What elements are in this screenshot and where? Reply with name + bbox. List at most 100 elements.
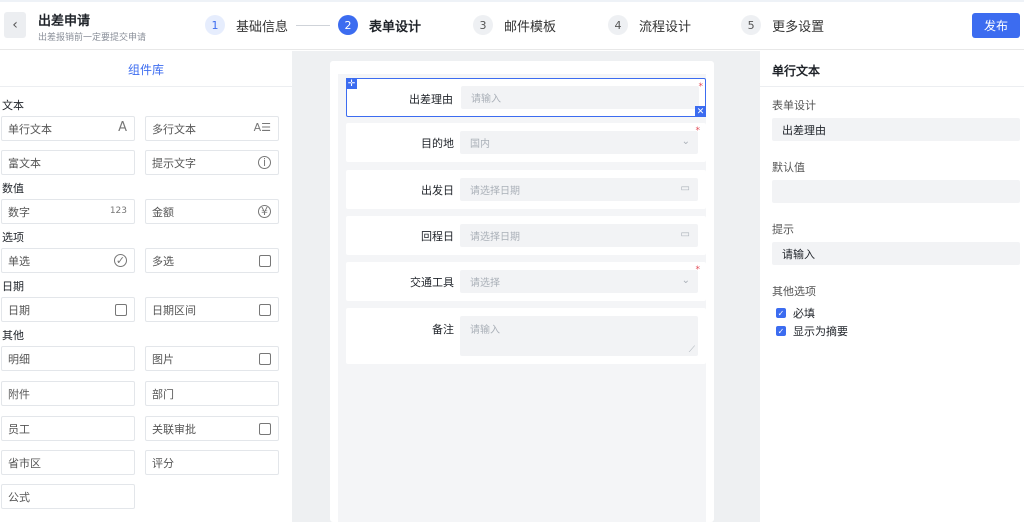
textarea-placeholder: 请输入 — [470, 325, 500, 336]
form-field-remark[interactable]: 备注 请输入 ⟋ — [346, 308, 706, 364]
calendar-icon: ▭ — [680, 183, 690, 194]
form-canvas-area: ✛ 出差理由 请输入 * ✕ 目的地 国内 ⌄ * 出发日 请选择日期 ▭ 回程… — [292, 51, 760, 522]
component-label: 明细 — [8, 352, 30, 366]
step-number: 1 — [205, 15, 225, 35]
reason-input[interactable]: 请输入 — [461, 86, 699, 109]
required-mark: * — [698, 82, 704, 92]
check-circle-icon: ✓ — [114, 254, 127, 267]
component-label: 多行文本 — [152, 122, 196, 136]
field-label: 交通工具 — [410, 276, 454, 289]
back-button[interactable]: ‹ — [4, 12, 26, 38]
resize-handle-icon[interactable]: ⟋ — [689, 345, 695, 355]
group-label-date: 日期 — [2, 280, 24, 293]
select-placeholder: 请选择 — [470, 278, 500, 289]
component-multi-text[interactable]: 多行文本 A☰ — [145, 116, 279, 141]
required-mark: * — [695, 265, 701, 275]
form-field-depart-date[interactable]: 出发日 请选择日期 ▭ — [346, 170, 706, 209]
field-label: 备注 — [432, 323, 454, 336]
step-number: 3 — [473, 15, 494, 35]
step-label: 流程设计 — [639, 19, 692, 35]
depart-date-picker[interactable]: 请选择日期 ▭ — [460, 178, 698, 201]
return-date-picker[interactable]: 请选择日期 ▭ — [460, 224, 698, 247]
hint-input[interactable]: 请输入 — [772, 242, 1020, 265]
component-hint-text[interactable]: 提示文字 i — [145, 150, 279, 175]
component-attachment[interactable]: 附件 — [1, 381, 135, 406]
component-amount[interactable]: 金额 ¥ — [145, 199, 279, 224]
component-label: 图片 — [152, 352, 174, 366]
calendar-range-icon — [259, 304, 271, 316]
component-library: 组件库 文本 单行文本 A 多行文本 A☰ 富文本 提示文字 i 数值 数字 1… — [0, 51, 292, 522]
component-detail[interactable]: 明细 — [1, 346, 135, 371]
checkbox-checked-icon: ✓ — [776, 326, 786, 336]
default-value-label: 默认值 — [772, 161, 805, 174]
select-placeholder: 国内 — [470, 139, 490, 150]
publish-button[interactable]: 发布 — [972, 13, 1020, 38]
required-checkbox[interactable]: ✓ 必填 — [776, 305, 815, 321]
field-label: 出差理由 — [409, 93, 453, 106]
form-field-return-date[interactable]: 回程日 请选择日期 ▭ — [346, 216, 706, 255]
form-design-label: 表单设计 — [772, 99, 816, 112]
step-more-settings[interactable]: 5 更多设置 — [741, 15, 824, 35]
default-value-input[interactable] — [772, 180, 1020, 203]
checkbox-label: 必填 — [793, 307, 815, 320]
step-form-design[interactable]: 2 表单设计 — [338, 15, 421, 35]
required-mark: * — [695, 126, 701, 136]
top-bar: ‹ 出差申请 出差报销前一定要提交申请 1 基础信息 2 表单设计 3 邮件模板… — [0, 0, 1024, 50]
component-label: 多选 — [152, 254, 174, 268]
field-title-input[interactable]: 出差理由 — [772, 118, 1020, 141]
chevron-left-icon: ‹ — [12, 17, 18, 33]
properties-title: 单行文本 — [772, 64, 821, 78]
component-employee[interactable]: 员工 — [1, 416, 135, 441]
transport-select[interactable]: 请选择 ⌄ — [460, 270, 698, 293]
form-field-transport[interactable]: 交通工具 请选择 ⌄ * — [346, 262, 706, 301]
remark-textarea[interactable]: 请输入 ⟋ — [460, 316, 698, 356]
component-single-text[interactable]: 单行文本 A — [1, 116, 135, 141]
step-mail-template[interactable]: 3 邮件模板 — [473, 15, 556, 35]
component-related-approval[interactable]: 关联审批 — [145, 416, 279, 441]
step-number: 5 — [741, 15, 762, 35]
component-date-range[interactable]: 日期区间 — [145, 297, 279, 322]
other-options-label: 其他选项 — [772, 285, 816, 298]
step-flow-design[interactable]: 4 流程设计 — [608, 15, 691, 35]
date-placeholder: 请选择日期 — [470, 232, 520, 243]
component-image[interactable]: 图片 — [145, 346, 279, 371]
summary-checkbox[interactable]: ✓ 显示为摘要 — [776, 323, 848, 339]
component-label: 日期 — [8, 303, 30, 317]
form-field-reason[interactable]: ✛ 出差理由 请输入 * ✕ — [346, 78, 706, 117]
step-label: 邮件模板 — [504, 19, 557, 35]
component-region[interactable]: 省市区 — [1, 450, 135, 475]
link-copy-icon — [259, 423, 271, 435]
divider — [0, 86, 292, 87]
component-date[interactable]: 日期 — [1, 297, 135, 322]
step-connector — [296, 24, 331, 26]
component-label: 数字 — [8, 205, 30, 219]
destination-select[interactable]: 国内 ⌄ — [460, 131, 698, 154]
field-label: 回程日 — [421, 230, 454, 243]
component-checkbox[interactable]: 多选 — [145, 248, 279, 273]
page-subtitle: 出差报销前一定要提交申请 — [38, 33, 147, 43]
component-number[interactable]: 数字 123 — [1, 199, 135, 224]
component-rating[interactable]: 评分 — [145, 450, 279, 475]
move-icon[interactable]: ✛ — [346, 78, 357, 89]
multiline-text-icon: A☰ — [253, 121, 271, 134]
component-formula[interactable]: 公式 — [1, 484, 135, 509]
chevron-down-icon: ⌄ — [681, 275, 690, 286]
delete-icon[interactable]: ✕ — [695, 106, 706, 117]
component-rich-text[interactable]: 富文本 — [1, 150, 135, 175]
step-number: 2 — [338, 15, 359, 35]
library-title[interactable]: 组件库 — [0, 61, 292, 78]
hint-label: 提示 — [772, 223, 794, 236]
component-department[interactable]: 部门 — [145, 381, 279, 406]
step-basic-info[interactable]: 1 基础信息 — [205, 15, 288, 35]
checkbox-checked-icon: ✓ — [776, 308, 786, 318]
component-label: 附件 — [8, 387, 30, 401]
checkbox-icon — [259, 255, 271, 267]
component-radio[interactable]: 单选 ✓ — [1, 248, 135, 273]
top-accent-line — [0, 0, 1024, 2]
component-label: 省市区 — [8, 456, 41, 470]
component-label: 员工 — [8, 422, 30, 436]
form-field-destination[interactable]: 目的地 国内 ⌄ * — [346, 123, 706, 162]
step-label: 更多设置 — [772, 19, 825, 35]
yen-icon: ¥ — [258, 205, 271, 218]
component-label: 提示文字 — [152, 156, 196, 170]
